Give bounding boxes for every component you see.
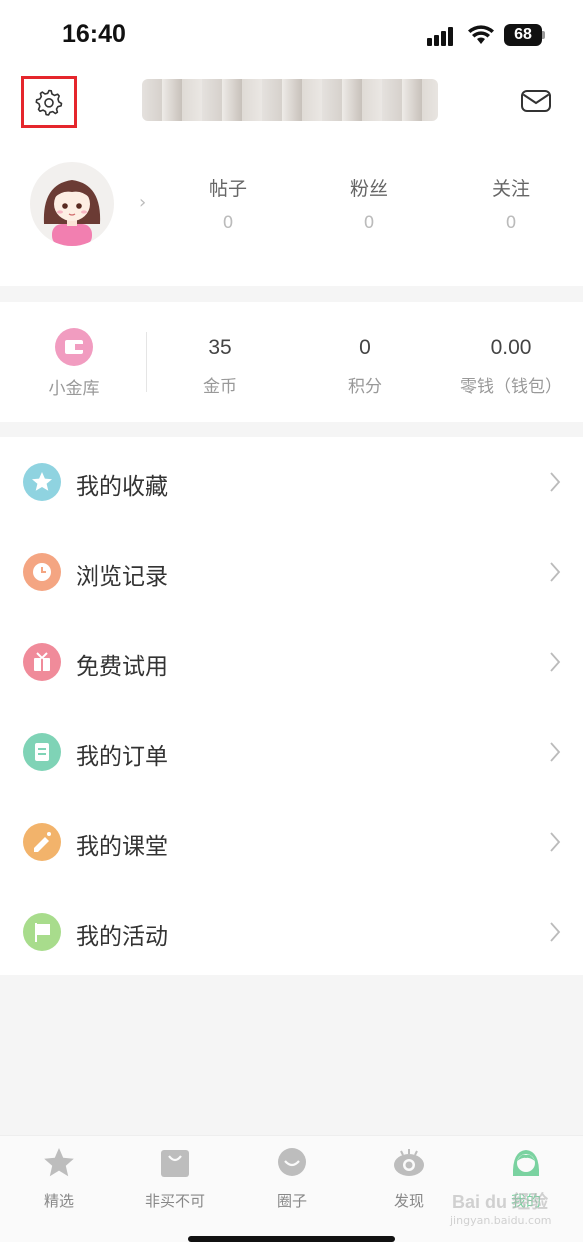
menu-item-favorites[interactable]: 我的收藏 (0, 437, 583, 527)
wallet-coins[interactable]: 35 金币 (160, 336, 280, 397)
points-label: 积分 (348, 377, 382, 397)
profile-icon (512, 1150, 540, 1176)
chevron-right-icon (550, 922, 561, 942)
flag-icon (23, 913, 61, 951)
tab-label: 精选 (43, 1192, 74, 1210)
star-icon (23, 463, 61, 501)
stat-fans[interactable]: 粉丝 0 (319, 174, 419, 233)
chevron-right-icon[interactable]: › (139, 192, 146, 213)
profile-section: › 帖子 0 粉丝 0 关注 0 (0, 136, 583, 286)
tab-label: 发现 (393, 1192, 424, 1210)
tab-featured[interactable]: 精选 (9, 1146, 109, 1211)
wifi-icon (468, 25, 494, 44)
star-icon (44, 1148, 74, 1177)
stat-label: 帖子 (208, 178, 247, 200)
points-value: 0 (359, 336, 371, 359)
menu-label: 我的收藏 (76, 474, 168, 500)
home-indicator (188, 1236, 395, 1242)
menu-item-activities[interactable]: 我的活动 (0, 887, 583, 977)
status-time: 16:40 (62, 20, 126, 48)
cash-value: 0.00 (490, 336, 532, 359)
menu-item-orders[interactable]: 我的订单 (0, 707, 583, 797)
gift-icon (23, 643, 61, 681)
eye-icon (394, 1149, 424, 1176)
tab-circle[interactable]: 圈子 (242, 1146, 342, 1211)
avatar[interactable] (30, 162, 114, 246)
bag-icon (161, 1150, 189, 1177)
divider (146, 332, 147, 392)
menu-label: 免费试用 (76, 654, 168, 680)
wallet-section: 小金库 35 金币 0 积分 0.00 零钱（钱包） (0, 302, 583, 422)
coins-value: 35 (208, 336, 232, 359)
menu-item-history[interactable]: 浏览记录 (0, 527, 583, 617)
tab-label: 圈子 (276, 1192, 307, 1210)
status-bar: 16:40 68 (0, 0, 583, 70)
profile-screen: 16:40 68 › 帖子 0 粉丝 0 关注 0 小金库 35 金币 0 积分… (0, 0, 583, 1242)
battery-tip (542, 31, 545, 39)
vault-label[interactable]: 小金库 (34, 374, 114, 399)
coins-label: 金币 (203, 377, 237, 397)
cellular-signal-icon (427, 26, 459, 46)
chat-bubble-icon (278, 1148, 306, 1176)
girl-avatar-icon (43, 180, 101, 246)
menu-label: 浏览记录 (76, 564, 168, 590)
stat-following[interactable]: 关注 0 (461, 174, 561, 233)
menu-label: 我的课堂 (76, 834, 168, 860)
wallet-points[interactable]: 0 积分 (305, 336, 425, 397)
stat-value: 0 (505, 213, 517, 233)
menu-label: 我的订单 (76, 744, 168, 770)
stat-label: 粉丝 (349, 178, 388, 200)
cash-label: 零钱（钱包） (460, 377, 562, 397)
chevron-right-icon (550, 472, 561, 492)
chevron-right-icon (550, 742, 561, 762)
header (0, 70, 583, 136)
stat-value: 0 (222, 213, 234, 233)
menu-list: 我的收藏 浏览记录 免费试用 我的订单 我的课堂 我的活动 (0, 437, 583, 975)
battery-indicator: 68 (504, 24, 542, 46)
clock-icon (23, 553, 61, 591)
stat-label: 关注 (491, 178, 530, 200)
menu-label: 我的活动 (76, 924, 168, 950)
chevron-right-icon (550, 562, 561, 582)
wallet-cash[interactable]: 0.00 零钱（钱包） (451, 336, 571, 397)
menu-item-free-trial[interactable]: 免费试用 (0, 617, 583, 707)
menu-item-classroom[interactable]: 我的课堂 (0, 797, 583, 887)
stat-posts[interactable]: 帖子 0 (178, 174, 278, 233)
chevron-right-icon (550, 832, 561, 852)
pencil-icon (23, 823, 61, 861)
tab-must-buy[interactable]: 非买不可 (125, 1146, 225, 1211)
tab-label: 非买不可 (144, 1192, 205, 1210)
settings-button[interactable] (21, 76, 77, 128)
watermark-url: jingyan.baidu.com (450, 1214, 552, 1227)
mail-icon[interactable] (520, 86, 552, 116)
username-blurred (142, 79, 438, 121)
tab-discover[interactable]: 发现 (359, 1146, 459, 1211)
gear-icon (35, 89, 63, 116)
document-icon (23, 733, 61, 771)
chevron-right-icon (550, 652, 561, 672)
watermark: Bai du 经验 (452, 1192, 549, 1212)
wallet-icon[interactable] (55, 328, 93, 366)
stat-value: 0 (363, 213, 375, 233)
